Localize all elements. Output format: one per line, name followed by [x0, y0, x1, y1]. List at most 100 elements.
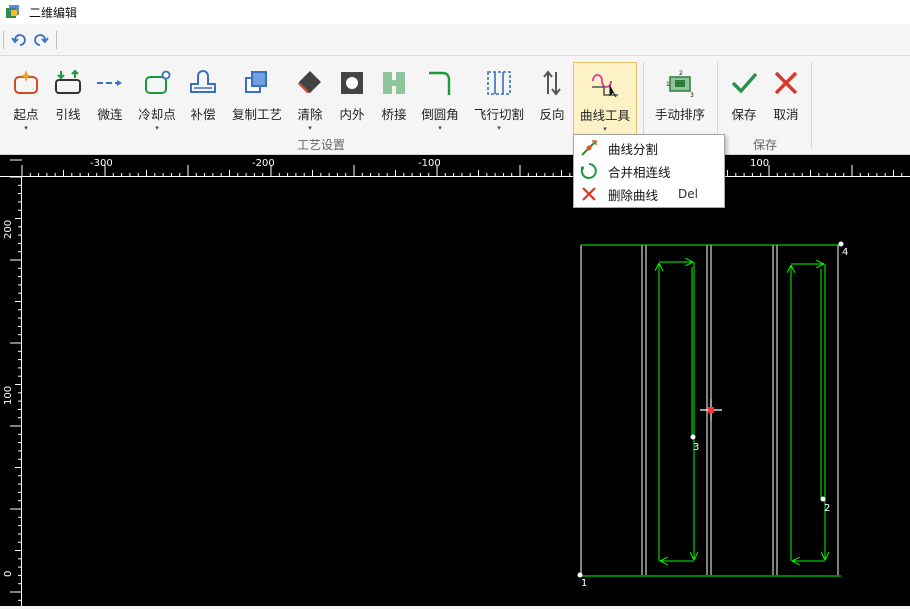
fillet-label: 倒圆角	[421, 107, 459, 122]
cancel-button[interactable]: 取消	[768, 62, 804, 142]
clear-button[interactable]: 清除 ▾	[292, 62, 328, 142]
toolbar-separator	[56, 30, 57, 49]
fillet-button[interactable]: 倒圆角 ▾	[418, 62, 462, 142]
drawing-canvas[interactable]: 1 2 3 4	[22, 177, 910, 606]
ribbon-group-separator	[811, 62, 812, 148]
reverse-icon	[543, 70, 561, 96]
micro-joint-label: 微连	[97, 107, 123, 122]
menu-item-merge-connected[interactable]: 合并相连线	[575, 160, 723, 182]
copy-process-icon	[245, 71, 267, 93]
cooling-point-dropdown-arrow: ▾	[155, 124, 159, 132]
undo-button[interactable]	[8, 29, 30, 51]
horizontal-ruler: -300 -200 -100 100	[0, 155, 910, 177]
start-point-marker[interactable]	[838, 241, 844, 247]
start-point-dropdown-arrow: ▾	[24, 124, 28, 132]
cooling-point-button[interactable]: 冷却点 ▾	[135, 62, 179, 142]
close-icon	[774, 71, 798, 95]
clear-icon	[298, 71, 321, 93]
crosshair-cursor	[700, 399, 722, 421]
delete-curve-shortcut: Del	[678, 187, 698, 201]
lead-line-icon	[55, 69, 81, 94]
menu-item-split-curve[interactable]: 曲线分割	[575, 137, 723, 159]
cut-path-inner-right[interactable]	[791, 264, 825, 561]
start-point-marker[interactable]	[820, 496, 826, 502]
check-icon	[731, 72, 758, 94]
manual-sort-icon: 2 1 3	[666, 70, 694, 98]
flying-cut-button[interactable]: 飞行切割 ▾	[471, 62, 527, 142]
window-title: 二维编辑	[29, 5, 78, 20]
ruler-ticks	[21, 165, 903, 177]
bridge-icon	[383, 72, 405, 94]
start-point-marker[interactable]	[690, 434, 696, 440]
ruler-label: -300	[90, 158, 113, 169]
lead-line-button[interactable]: 引线	[50, 62, 86, 142]
cooling-point-icon	[145, 70, 171, 94]
fillet-dropdown-arrow: ▾	[438, 124, 442, 132]
sequence-label: 3	[693, 442, 699, 453]
delete-curve-label: 删除曲线	[608, 187, 659, 203]
ribbon: 起点 ▾ 引线 微连 冷却点 ▾ 补偿 复制工艺 清除 ▾ 内外 桥接 倒圆角	[0, 56, 910, 155]
start-point-marker[interactable]	[577, 572, 583, 578]
reverse-button[interactable]: 反向	[534, 62, 570, 142]
clear-dropdown-arrow: ▾	[308, 124, 312, 132]
flying-cut-dropdown-arrow: ▾	[497, 124, 501, 132]
save-label: 保存	[731, 107, 757, 122]
title-bar: 二维编辑	[0, 0, 910, 24]
merge-connected-label: 合并相连线	[608, 164, 671, 180]
svg-text:3: 3	[690, 92, 694, 98]
inside-outside-icon	[341, 72, 363, 94]
manual-sort-label: 手动排序	[654, 107, 705, 122]
ruler-label: 100	[3, 386, 14, 405]
fillet-icon	[429, 71, 451, 95]
inside-outside-button[interactable]: 内外	[334, 62, 370, 142]
svg-text:2: 2	[679, 70, 683, 77]
quick-access-toolbar	[0, 24, 910, 56]
redo-icon	[34, 33, 49, 46]
toolbar-separator	[3, 30, 4, 49]
menu-item-delete-curve[interactable]: 删除曲线 Del	[575, 183, 723, 205]
compensation-button[interactable]: 补偿	[185, 62, 221, 142]
lead-line-label: 引线	[55, 107, 81, 122]
undo-icon	[11, 33, 26, 46]
sequence-label: 2	[824, 503, 830, 514]
copy-process-label: 复制工艺	[231, 107, 282, 122]
ruler-label: 100	[750, 158, 769, 169]
curve-tools-icon	[592, 74, 618, 98]
redo-button[interactable]	[30, 29, 52, 51]
cut-path-inner-left[interactable]	[659, 262, 694, 561]
start-point-label: 起点	[13, 107, 39, 122]
copy-process-button[interactable]: 复制工艺	[230, 62, 284, 142]
delete-icon	[582, 187, 596, 201]
curve-tools-dropdown-arrow: ▾	[603, 125, 607, 133]
reverse-label: 反向	[539, 107, 565, 122]
sequence-label: 4	[842, 247, 848, 258]
compensation-label: 补偿	[190, 107, 216, 122]
manual-sort-button[interactable]: 2 1 3 手动排序	[652, 62, 708, 142]
split-curve-icon	[581, 140, 597, 156]
curve-tools-label: 曲线工具	[579, 108, 630, 123]
app-icon	[6, 5, 19, 18]
micro-joint-icon	[97, 80, 122, 86]
flying-cut-icon	[487, 71, 511, 95]
split-curve-label: 曲线分割	[608, 141, 659, 157]
sequence-label: 1	[581, 578, 587, 589]
svg-text:1: 1	[666, 81, 670, 88]
process-settings-group-label: 工艺设置	[297, 138, 346, 152]
micro-joint-button[interactable]: 微连	[92, 62, 128, 142]
curve-tools-button[interactable]: 曲线工具 ▾	[573, 62, 637, 142]
inside-outside-label: 内外	[339, 107, 365, 122]
start-point-button[interactable]: 起点 ▾	[7, 62, 45, 142]
ruler-label: -200	[252, 158, 275, 169]
bridge-button[interactable]: 桥接	[376, 62, 412, 142]
cancel-label: 取消	[773, 107, 799, 122]
start-point-icon	[14, 70, 38, 94]
cooling-point-label: 冷却点	[138, 107, 176, 122]
ruler-label: 0	[3, 571, 14, 577]
flying-cut-label: 飞行切割	[473, 107, 524, 122]
save-group-label: 保存	[753, 138, 778, 152]
ruler-label: 200	[3, 220, 14, 239]
bridge-label: 桥接	[381, 107, 407, 122]
save-button[interactable]: 保存	[726, 62, 762, 142]
curve-tools-menu: 曲线分割 合并相连线 删除曲线 Del	[573, 134, 725, 208]
merge-connected-icon	[580, 163, 597, 179]
